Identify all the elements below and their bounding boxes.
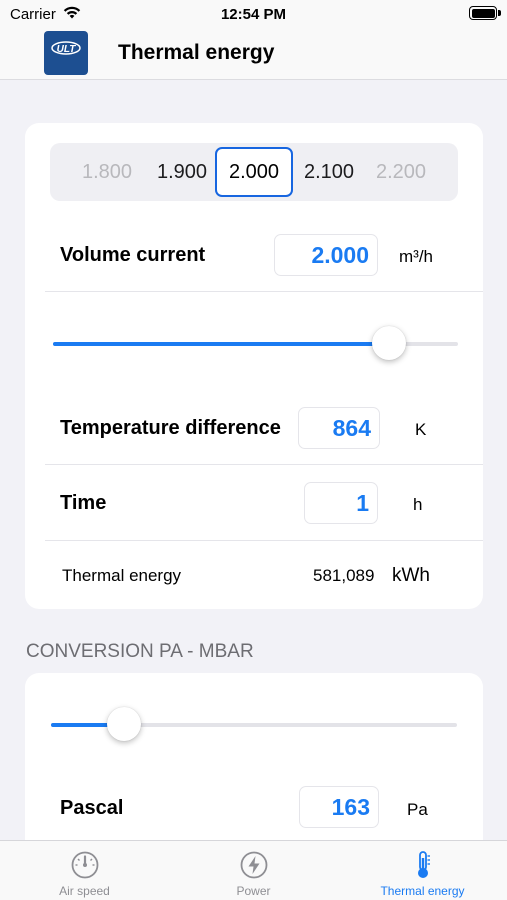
slider-thumb[interactable] xyxy=(372,326,407,360)
pascal-slider[interactable] xyxy=(51,707,457,741)
svg-text:ULT: ULT xyxy=(57,44,77,55)
time-unit: h xyxy=(413,495,423,514)
temperature-difference-field[interactable]: 864 xyxy=(298,407,380,449)
divider xyxy=(45,291,483,292)
preset-option[interactable]: 2.100 xyxy=(290,143,368,201)
status-bar: Carrier 12:54 PM xyxy=(0,0,507,28)
slider-fill xyxy=(53,342,390,346)
preset-option[interactable]: 1.900 xyxy=(143,143,221,201)
slider-thumb[interactable] xyxy=(107,707,142,741)
tab-power[interactable]: Power xyxy=(169,841,338,900)
time-label: Time xyxy=(60,492,107,514)
thermal-energy-card: 1.800 1.900 2.000 2.100 2.200 Volume cur… xyxy=(25,123,483,609)
pascal-field[interactable]: 163 xyxy=(299,786,379,828)
divider xyxy=(45,540,483,541)
navigation-bar: ULT Thermal energy xyxy=(0,28,507,80)
volume-current-unit: m³/h xyxy=(399,247,433,266)
preset-option[interactable]: 1.800 xyxy=(68,143,146,201)
bolt-icon xyxy=(240,851,267,879)
conversion-section-header: CONVERSION PA - MBAR xyxy=(26,641,254,662)
volume-preset-selector: 1.800 1.900 2.000 2.100 2.200 xyxy=(50,143,458,201)
company-logo: ULT xyxy=(44,31,88,75)
tab-label: Air speed xyxy=(59,884,110,898)
temperature-difference-label: Temperature difference xyxy=(60,417,281,439)
pascal-unit: Pa xyxy=(407,800,428,819)
time-field[interactable]: 1 xyxy=(304,482,378,524)
tab-bar: Air speed Power Thermal energy xyxy=(0,840,507,900)
volume-current-slider[interactable] xyxy=(53,326,458,360)
gauge-icon xyxy=(71,851,98,879)
divider xyxy=(45,464,483,465)
preset-option[interactable]: 2.200 xyxy=(362,143,440,201)
tab-label: Thermal energy xyxy=(380,884,465,898)
volume-current-field[interactable]: 2.000 xyxy=(274,234,378,276)
battery-icon xyxy=(469,6,501,20)
conversion-card: Pascal 163 Pa xyxy=(25,673,483,863)
thermal-energy-result-label: Thermal energy xyxy=(62,566,182,585)
tab-label: Power xyxy=(236,884,271,898)
thermometer-icon xyxy=(417,851,430,878)
clock: 12:54 PM xyxy=(220,6,287,23)
volume-current-label: Volume current xyxy=(60,244,206,266)
preset-option-selected[interactable]: 2.000 xyxy=(215,147,293,197)
page-title: Thermal energy xyxy=(118,41,275,64)
thermal-energy-result-value: 581,089 xyxy=(313,566,375,585)
thermal-energy-result-unit: kWh xyxy=(392,565,430,586)
temperature-difference-unit: K xyxy=(415,420,427,439)
tab-air-speed[interactable]: Air speed xyxy=(0,841,169,900)
pascal-label: Pascal xyxy=(60,797,124,819)
tab-thermal-energy[interactable]: Thermal energy xyxy=(338,841,507,900)
